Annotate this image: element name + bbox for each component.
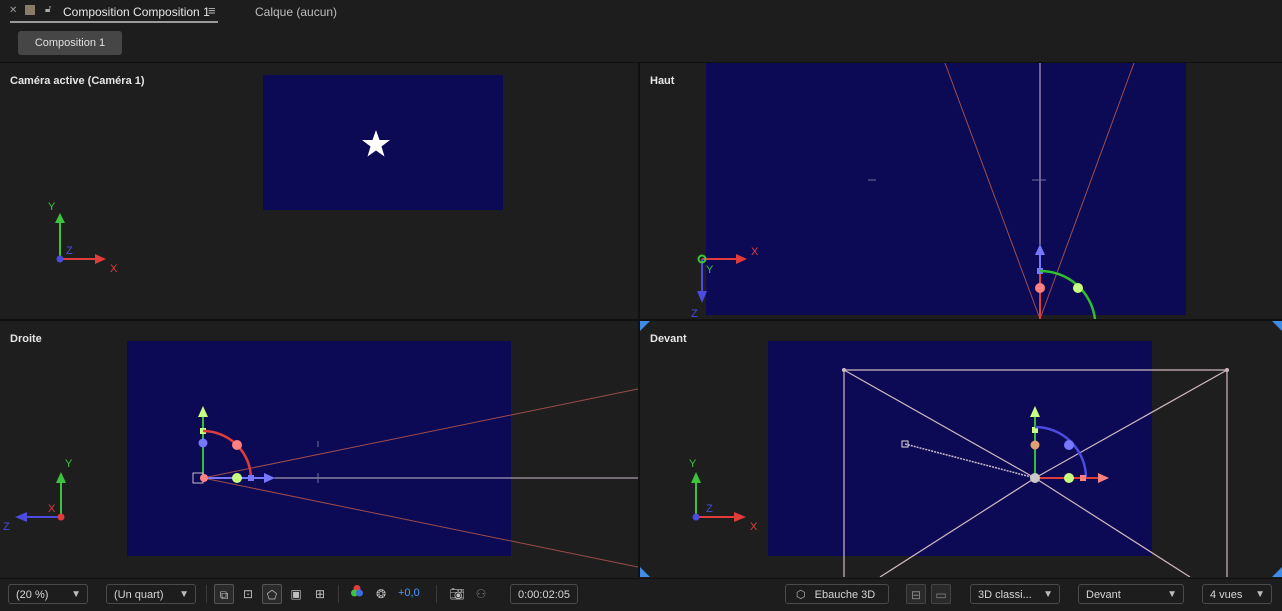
channels-icon[interactable] bbox=[347, 584, 367, 604]
3d-view-value: Devant bbox=[1086, 589, 1121, 601]
snapshot-camera-icon[interactable]: 📷︎ bbox=[447, 584, 467, 604]
axis-label-y: Y bbox=[48, 201, 56, 213]
3d-view-dropdown[interactable]: Devant ▼ bbox=[1078, 584, 1184, 604]
view-active-camera[interactable]: Caméra active (Caméra 1) Y Z X bbox=[0, 63, 638, 319]
axis-label-y: Y bbox=[689, 458, 697, 470]
mask-visibility-icon[interactable]: ⬠ bbox=[262, 584, 282, 604]
axis-label-y: Y bbox=[706, 264, 714, 276]
view-layout-dropdown[interactable]: 4 vues ▼ bbox=[1202, 584, 1272, 604]
world-axes-gizmo bbox=[15, 472, 66, 522]
axis-label-z: Z bbox=[66, 245, 73, 257]
renderer-dropdown[interactable]: 3D classi... ▼ bbox=[970, 584, 1060, 604]
ground-plane-icon[interactable]: ⊟ bbox=[906, 584, 926, 604]
timecode-field[interactable]: 0:00:02:05 bbox=[510, 584, 578, 604]
zoom-dropdown[interactable]: (20 %) ▼ bbox=[8, 584, 88, 604]
color-management-icon[interactable]: ❂ bbox=[371, 584, 391, 604]
camera-gizmo bbox=[1030, 406, 1109, 483]
active-tab-indicator bbox=[10, 21, 218, 23]
view-overlay: X Y Z bbox=[691, 63, 1135, 319]
composition-tab-bar: ✕ 🔓︎ Composition Composition 1 ≡ Calque … bbox=[0, 0, 1282, 24]
resolution-value: (Un quart) bbox=[114, 589, 164, 601]
view-top[interactable]: Haut X Y Z bbox=[640, 63, 1282, 319]
transparency-grid-icon[interactable]: ⊡ bbox=[238, 584, 258, 604]
chevron-down-icon: ▼ bbox=[1255, 589, 1265, 600]
draft-3d-label: Ebauche 3D bbox=[814, 589, 876, 601]
view-layout-value: 4 vues bbox=[1210, 589, 1243, 601]
active-view-corner-markers bbox=[640, 321, 1282, 577]
draft-3d-icon: ⬡ bbox=[796, 589, 806, 601]
composition-breadcrumb[interactable]: Composition 1 bbox=[18, 31, 122, 55]
exposure-value[interactable]: +0,0 bbox=[398, 587, 420, 599]
composition-color-swatch bbox=[25, 5, 35, 15]
view-overlay: Y Z X bbox=[640, 321, 1282, 577]
world-axes-gizmo bbox=[691, 472, 746, 522]
world-axes-gizmo bbox=[55, 213, 106, 264]
chevron-down-icon: ▼ bbox=[1043, 589, 1053, 600]
layer-tab[interactable]: Calque (aucun) bbox=[255, 5, 337, 19]
zoom-value: (20 %) bbox=[16, 589, 49, 601]
chevron-down-icon: ▼ bbox=[71, 589, 81, 600]
view-right[interactable]: Droite Y X Z bbox=[0, 321, 638, 577]
axis-label-x: X bbox=[110, 263, 118, 275]
resolution-dropdown[interactable]: (Un quart) ▼ bbox=[106, 584, 196, 604]
renderer-value: 3D classi... bbox=[978, 589, 1032, 601]
axis-label-z: Z bbox=[706, 503, 713, 515]
axis-label-x: X bbox=[750, 521, 758, 533]
chevron-down-icon: ▼ bbox=[179, 589, 189, 600]
grid-guides-icon[interactable]: ⊞ bbox=[310, 584, 330, 604]
divider bbox=[338, 585, 339, 603]
composition-tab-title[interactable]: Composition Composition 1 bbox=[63, 5, 210, 19]
divider bbox=[436, 585, 437, 603]
axis-label-y: Y bbox=[65, 458, 73, 470]
view-front[interactable]: Devant Y Z X bbox=[640, 321, 1282, 577]
timecode-value: 0:00:02:05 bbox=[518, 589, 570, 601]
axis-label-z: Z bbox=[691, 308, 698, 319]
divider bbox=[206, 585, 207, 603]
view-overlay: Y X Z bbox=[3, 388, 638, 568]
axis-label-z: Z bbox=[3, 521, 10, 533]
draft-3d-button[interactable]: ⬡ Ebauche 3D bbox=[785, 584, 889, 604]
fast-previews-icon[interactable]: ⧉ bbox=[214, 584, 234, 604]
close-tab-icon[interactable]: ✕ bbox=[9, 5, 17, 16]
viewer-toolbar: (20 %) ▼ (Un quart) ▼ ⧉ ⊡ ⬠ ▣ ⊞ ❂ +0,0 📷… bbox=[0, 578, 1282, 611]
show-snapshot-icon[interactable]: ⚇ bbox=[471, 584, 491, 604]
axis-label-x: X bbox=[751, 246, 759, 258]
chevron-down-icon: ▼ bbox=[1167, 589, 1177, 600]
view-overlay: Y Z X bbox=[48, 130, 390, 275]
region-of-interest-icon[interactable]: ▣ bbox=[286, 584, 306, 604]
lock-icon[interactable]: 🔓︎ bbox=[45, 4, 51, 15]
extended-viewer-icon[interactable]: ▭ bbox=[931, 584, 951, 604]
panel-menu-icon[interactable]: ≡ bbox=[208, 3, 216, 18]
axis-label-x: X bbox=[48, 503, 56, 515]
star-layer bbox=[362, 130, 390, 157]
view-divider-horizontal[interactable] bbox=[0, 319, 1282, 321]
camera-frustum bbox=[868, 63, 1135, 319]
world-axes-gizmo bbox=[697, 254, 747, 303]
